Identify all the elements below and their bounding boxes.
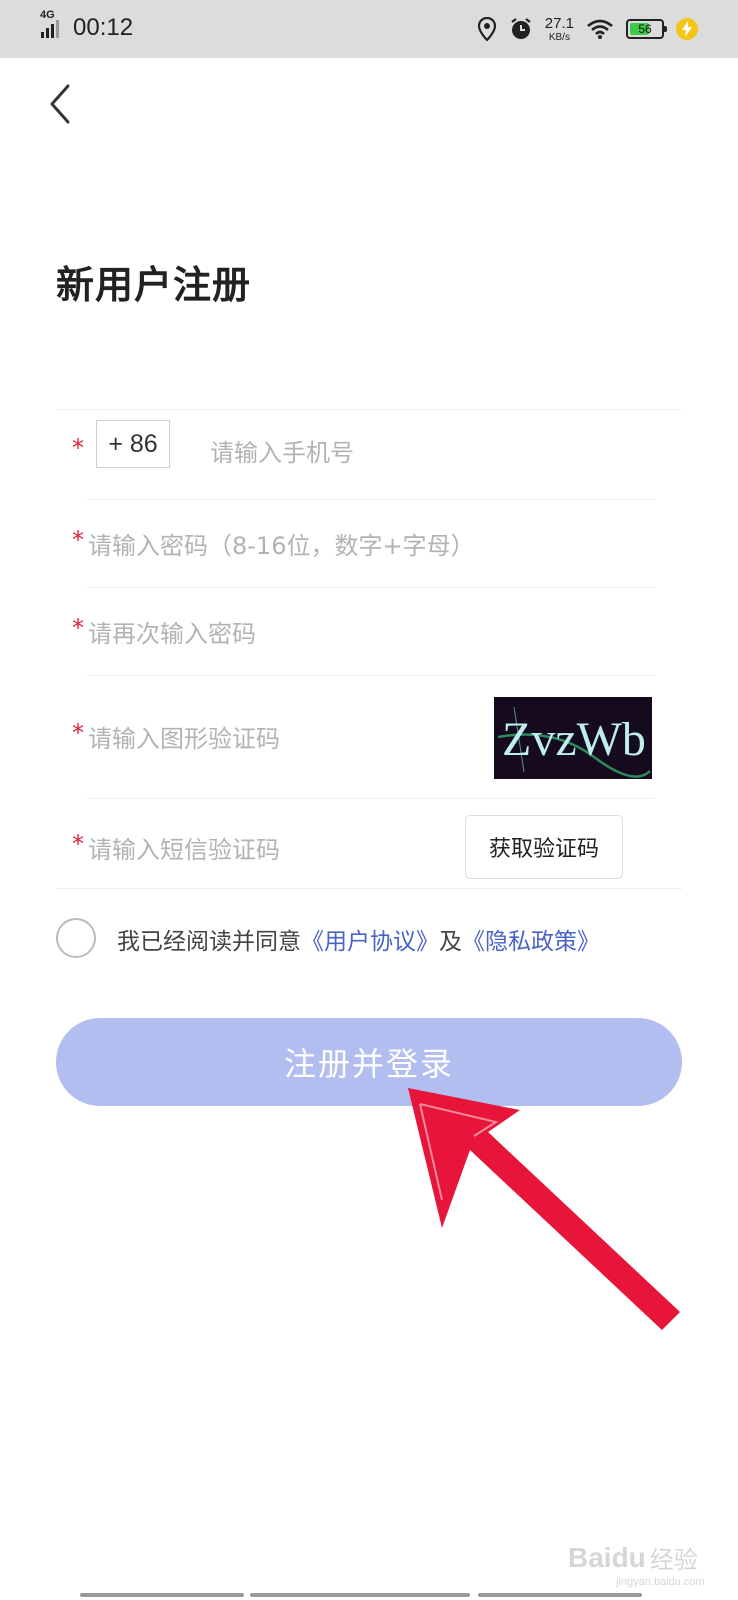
network-speed-value: 27.1 — [544, 14, 574, 32]
password-input[interactable]: 请输入密码（8-16位，数字+字母） — [88, 526, 475, 561]
chevron-left-icon — [50, 84, 70, 124]
phone-input[interactable]: 请输入手机号 — [210, 433, 354, 468]
captcha-text: ZvzWb — [502, 713, 646, 766]
divider — [86, 587, 654, 588]
battery-level: 56 — [638, 22, 652, 36]
nav-gesture-bar — [250, 1593, 470, 1597]
get-sms-code-button[interactable]: 获取验证码 — [465, 815, 623, 879]
annotation-arrow-icon — [408, 1088, 680, 1330]
user-agreement-link[interactable]: 《用户协议》 — [301, 929, 439, 955]
divider — [86, 499, 654, 500]
charging-icon — [676, 18, 698, 40]
nav-gesture-bar — [478, 1593, 642, 1597]
required-mark: * — [72, 614, 84, 642]
required-mark: * — [72, 830, 84, 858]
agreement-text: 我已经阅读并同意《用户协议》及《隐私政策》 — [117, 922, 600, 956]
back-button[interactable] — [36, 80, 84, 128]
agreement-conjunction: 及 — [439, 929, 462, 955]
clock: 00:12 — [73, 14, 134, 41]
agreement-checkbox[interactable] — [56, 918, 96, 958]
divider — [86, 798, 654, 799]
country-code-selector[interactable]: + 86 — [96, 420, 170, 468]
nav-gesture-bar — [80, 1593, 244, 1597]
watermark-brand: Baidu — [568, 1541, 646, 1573]
sms-code-input[interactable]: 请输入短信验证码 — [88, 830, 280, 865]
battery-icon: 56 — [626, 19, 667, 39]
captcha-input[interactable]: 请输入图形验证码 — [88, 719, 280, 754]
confirm-password-input[interactable]: 请再次输入密码 — [88, 614, 256, 649]
agreement-prefix: 我已经阅读并同意 — [117, 929, 301, 955]
alarm-icon — [511, 18, 531, 39]
network-speed-unit: KB/s — [548, 31, 570, 43]
network-type: 4G — [40, 9, 55, 21]
watermark: Baidu 经验 jingyan.baidu.com — [568, 1540, 705, 1589]
captcha-noise: ZvzWb — [497, 706, 651, 778]
wifi-icon — [587, 19, 613, 39]
watermark-label: 经验 — [649, 1546, 698, 1574]
captcha-image[interactable]: ZvzWb — [494, 697, 652, 779]
status-bar: 4G 00:12 27.1 KB/s 56 — [0, 0, 738, 58]
location-icon — [477, 17, 496, 41]
page-title: 新用户注册 — [56, 263, 252, 307]
form-top-divider — [56, 409, 682, 410]
required-mark: * — [72, 434, 84, 462]
form-bottom-divider — [56, 888, 682, 889]
required-mark: * — [72, 526, 84, 554]
network-speed: 27.1 KB/s — [545, 16, 574, 43]
divider — [86, 675, 654, 676]
watermark-url: jingyan.baidu.com — [616, 1576, 705, 1588]
privacy-policy-link[interactable]: 《隐私政策》 — [462, 929, 600, 955]
required-mark: * — [72, 719, 84, 747]
status-icons: 27.1 KB/s 56 — [477, 12, 698, 46]
